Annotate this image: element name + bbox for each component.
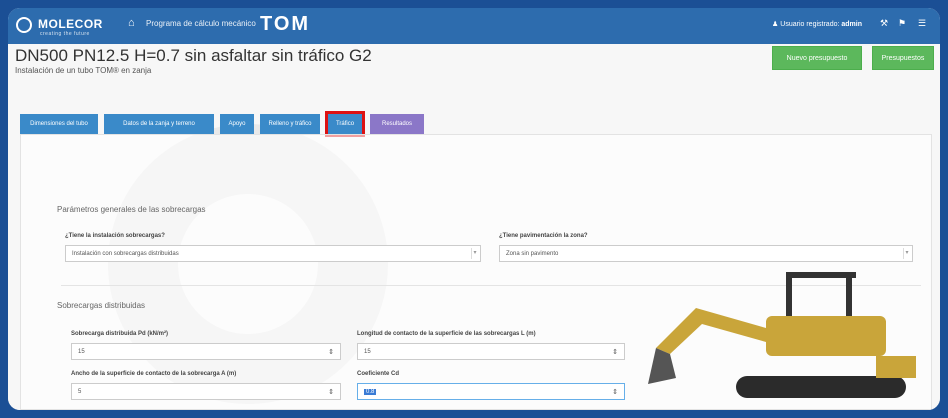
budgets-button[interactable]: Presupuestos: [872, 46, 934, 70]
paving-question-label: ¿Tiene pavimentación la zona?: [499, 233, 588, 239]
user-info[interactable]: ♟ Usuario registrado: admin: [772, 20, 862, 28]
distributed-section-title: Sobrecargas distribuidas: [57, 301, 146, 310]
page-title: DN500 PN12.5 H=0.7 sin asfaltar sin tráf…: [15, 46, 372, 65]
cab-post: [846, 276, 852, 316]
app-window: MOLECOR creating the future ⌂ Programa d…: [8, 8, 940, 410]
contact-width-input[interactable]: 5 ⇕: [71, 383, 341, 400]
home-icon[interactable]: ⌂: [128, 17, 135, 29]
coefficient-input[interactable]: 0.8 ⇕: [357, 383, 625, 400]
flag-icon[interactable]: ⚑: [898, 18, 906, 29]
user-icon: ♟: [772, 21, 779, 28]
cab-post: [786, 276, 792, 316]
brand-tagline: creating the future: [40, 31, 90, 37]
top-navbar: MOLECOR creating the future ⌂ Programa d…: [8, 8, 940, 44]
program-link[interactable]: Programa de cálculo mecánico: [146, 19, 256, 28]
tools-icon[interactable]: ⚒: [880, 18, 888, 29]
user-name: admin: [841, 21, 862, 28]
tab-pipe-dimensions[interactable]: Dimensiones del tubo: [20, 114, 98, 134]
spinner-icon[interactable]: ⇕: [612, 388, 618, 396]
overload-question-label: ¿Tiene la instalación sobrecargas?: [65, 233, 165, 239]
chevron-down-icon: ▾: [471, 248, 478, 259]
contact-width-label: Ancho de la superficie de contacto de la…: [71, 371, 237, 377]
page-subtitle: Instalación de un tubo TOM® en zanja: [15, 66, 152, 75]
distributed-load-label: Sobrecarga distribuida Pd (kN/m²): [71, 331, 169, 337]
new-budget-button[interactable]: Nuevo presupuesto: [772, 46, 862, 70]
contact-length-input[interactable]: 15 ⇕: [357, 343, 625, 360]
excavator-illustration: [648, 272, 916, 398]
cab-roof: [786, 272, 856, 278]
contact-width-value: 5: [78, 389, 82, 395]
tab-results[interactable]: Resultados: [370, 114, 424, 134]
spinner-icon[interactable]: ⇕: [328, 348, 334, 356]
contact-length-value: 15: [364, 349, 371, 355]
menu-icon[interactable]: ☰: [918, 18, 926, 29]
spinner-icon[interactable]: ⇕: [328, 388, 334, 396]
distributed-load-input[interactable]: 15 ⇕: [71, 343, 341, 360]
user-prefix: Usuario registrado:: [780, 21, 840, 28]
overload-select-value: Instalación con sobrecargas distribuidas: [72, 251, 179, 257]
overload-select[interactable]: Instalación con sobrecargas distribuidas…: [65, 245, 481, 262]
spinner-icon[interactable]: ⇕: [612, 348, 618, 356]
brand-name: MOLECOR: [38, 17, 103, 32]
tab-backfill[interactable]: Relleno y tráfico: [260, 114, 320, 134]
excavator-bucket: [648, 348, 676, 384]
tab-traffic[interactable]: Tráfico: [325, 111, 365, 137]
coefficient-label: Coeficiente Cd: [357, 371, 400, 377]
tab-support[interactable]: Apoyo: [220, 114, 254, 134]
general-section-title: Parámetros generales de las sobrecargas: [57, 205, 206, 214]
excavator-arm: [656, 308, 766, 354]
contact-length-label: Longitud de contacto de la superficie de…: [357, 331, 536, 337]
brand-logo[interactable]: MOLECOR creating the future: [16, 17, 103, 37]
logo-icon: [16, 17, 32, 33]
coefficient-value: 0.8: [364, 389, 377, 395]
excavator-tracks: [736, 376, 906, 398]
excavator-body: [766, 316, 886, 356]
distributed-load-value: 15: [78, 349, 85, 355]
excavator-blade: [876, 356, 916, 378]
tab-trench-data[interactable]: Datos de la zanja y terreno: [104, 114, 214, 134]
product-logo: TOM: [260, 13, 311, 35]
paving-select-value: Zona sin pavimento: [506, 251, 559, 257]
